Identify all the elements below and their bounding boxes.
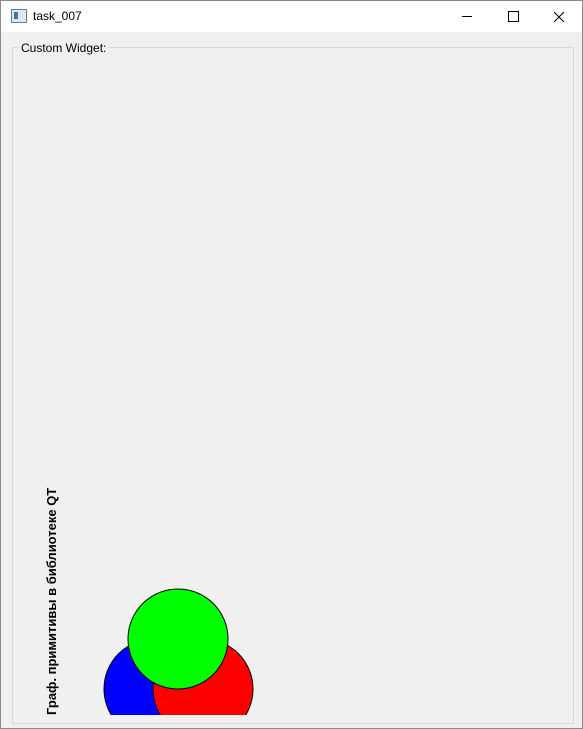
- groupbox-title: Custom Widget:: [19, 41, 109, 55]
- green-circle: [127, 588, 229, 690]
- title-bar[interactable]: task_007: [1, 1, 582, 32]
- app-window-icon: [11, 9, 27, 23]
- minimize-button[interactable]: [444, 1, 490, 32]
- vertical-caption: Граф. примитивы в библиотеке QT: [44, 487, 59, 715]
- minimize-icon: [462, 16, 472, 17]
- custom-widget-canvas: [14, 55, 569, 715]
- window-title: task_007: [33, 9, 82, 23]
- maximize-button[interactable]: [490, 1, 536, 32]
- close-icon: [553, 11, 565, 22]
- close-button[interactable]: [536, 1, 582, 32]
- maximize-icon: [507, 11, 519, 22]
- primitives-drawing: [103, 588, 254, 715]
